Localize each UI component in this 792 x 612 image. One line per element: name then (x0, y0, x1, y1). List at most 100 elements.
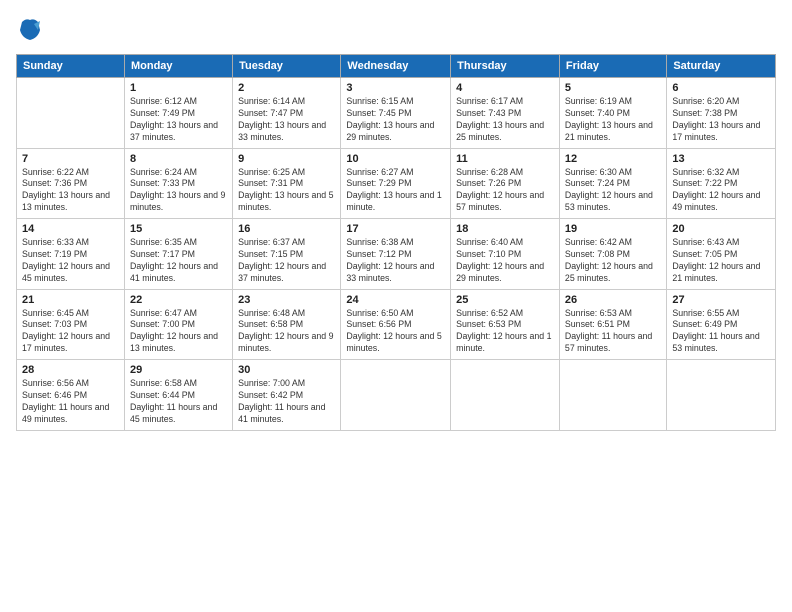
week-row-4: 21 Sunrise: 6:45 AMSunset: 7:03 PMDayligh… (17, 289, 776, 360)
calendar-cell: 4 Sunrise: 6:17 AMSunset: 7:43 PMDaylight… (451, 78, 560, 149)
logo-icon (16, 16, 44, 44)
calendar-cell: 19Sunrise: 6:42 AMSunset: 7:08 PMDayligh… (559, 219, 666, 290)
cell-info: Sunrise: 6:28 AMSunset: 7:26 PMDaylight:… (456, 167, 554, 215)
cell-info: Sunrise: 6:24 AMSunset: 7:33 PMDaylight:… (130, 167, 227, 215)
cell-info: Sunrise: 6:30 AMSunset: 7:24 PMDaylight:… (565, 167, 661, 215)
calendar-cell (341, 360, 451, 431)
weekday-header-row: SundayMondayTuesdayWednesdayThursdayFrid… (17, 55, 776, 78)
calendar-cell: 12 Sunrise: 6:30 AMSunset: 7:24 PMDayligh… (559, 148, 666, 219)
calendar-cell (17, 78, 125, 149)
day-number: 14 (22, 223, 119, 235)
cell-info: Sunrise: 6:52 AMSunset: 6:53 PMDaylight:… (456, 308, 554, 356)
calendar-cell: 15 Sunrise: 6:35 AMSunset: 7:17 PMDayligh… (124, 219, 232, 290)
cell-info: Sunrise: 6:14 AMSunset: 7:47 PMDaylight:… (238, 96, 335, 144)
weekday-header-friday: Friday (559, 55, 666, 78)
day-number: 2 (238, 82, 335, 94)
day-number: 24 (346, 294, 445, 306)
day-number: 20 (672, 223, 770, 235)
day-number: 28 (22, 364, 119, 376)
cell-info: Sunrise: 6:58 AMSunset: 6:44 PMDaylight:… (130, 378, 227, 426)
day-number: 6 (672, 82, 770, 94)
day-number: 3 (346, 82, 445, 94)
cell-info: Sunrise: 6:43 AMSunset: 7:05 PMDaylight:… (672, 237, 770, 285)
day-number: 15 (130, 223, 227, 235)
calendar-cell: 7Sunrise: 6:22 AMSunset: 7:36 PMDaylight… (17, 148, 125, 219)
cell-info: Sunrise: 6:19 AMSunset: 7:40 PMDaylight:… (565, 96, 661, 144)
cell-info: Sunrise: 6:53 AMSunset: 6:51 PMDaylight:… (565, 308, 661, 356)
logo (16, 16, 48, 44)
day-number: 10 (346, 153, 445, 165)
calendar-cell: 26 Sunrise: 6:53 AMSunset: 6:51 PMDayligh… (559, 289, 666, 360)
day-number: 11 (456, 153, 554, 165)
calendar-cell: 20 Sunrise: 6:43 AMSunset: 7:05 PMDayligh… (667, 219, 776, 290)
cell-info: Sunrise: 6:27 AMSunset: 7:29 PMDaylight:… (346, 167, 445, 215)
calendar-cell: 14 Sunrise: 6:33 AMSunset: 7:19 PMDayligh… (17, 219, 125, 290)
cell-info: Sunrise: 6:48 AMSunset: 6:58 PMDaylight:… (238, 308, 335, 356)
calendar-cell: 21 Sunrise: 6:45 AMSunset: 7:03 PMDayligh… (17, 289, 125, 360)
week-row-2: 7Sunrise: 6:22 AMSunset: 7:36 PMDaylight… (17, 148, 776, 219)
day-number: 9 (238, 153, 335, 165)
calendar-cell: 1Sunrise: 6:12 AMSunset: 7:49 PMDaylight… (124, 78, 232, 149)
weekday-header-tuesday: Tuesday (233, 55, 341, 78)
calendar-cell (667, 360, 776, 431)
day-number: 23 (238, 294, 335, 306)
day-number: 8 (130, 153, 227, 165)
cell-info: Sunrise: 6:37 AMSunset: 7:15 PMDaylight:… (238, 237, 335, 285)
day-number: 22 (130, 294, 227, 306)
cell-info: Sunrise: 6:38 AMSunset: 7:12 PMDaylight:… (346, 237, 445, 285)
week-row-1: 1Sunrise: 6:12 AMSunset: 7:49 PMDaylight… (17, 78, 776, 149)
cell-info: Sunrise: 6:56 AMSunset: 6:46 PMDaylight:… (22, 378, 119, 426)
calendar-cell: 10 Sunrise: 6:27 AMSunset: 7:29 PMDayligh… (341, 148, 451, 219)
calendar-cell: 6 Sunrise: 6:20 AMSunset: 7:38 PMDaylight… (667, 78, 776, 149)
day-number: 12 (565, 153, 661, 165)
day-number: 5 (565, 82, 661, 94)
calendar-cell: 11 Sunrise: 6:28 AMSunset: 7:26 PMDayligh… (451, 148, 560, 219)
day-number: 27 (672, 294, 770, 306)
calendar-cell (451, 360, 560, 431)
calendar-cell: 9 Sunrise: 6:25 AMSunset: 7:31 PMDaylight… (233, 148, 341, 219)
calendar-cell: 5 Sunrise: 6:19 AMSunset: 7:40 PMDaylight… (559, 78, 666, 149)
day-number: 21 (22, 294, 119, 306)
cell-info: Sunrise: 6:35 AMSunset: 7:17 PMDaylight:… (130, 237, 227, 285)
calendar-table: SundayMondayTuesdayWednesdayThursdayFrid… (16, 54, 776, 431)
cell-info: Sunrise: 6:15 AMSunset: 7:45 PMDaylight:… (346, 96, 445, 144)
calendar-cell: 18Sunrise: 6:40 AMSunset: 7:10 PMDayligh… (451, 219, 560, 290)
cell-info: Sunrise: 6:50 AMSunset: 6:56 PMDaylight:… (346, 308, 445, 356)
day-number: 13 (672, 153, 770, 165)
calendar-cell: 23 Sunrise: 6:48 AMSunset: 6:58 PMDayligh… (233, 289, 341, 360)
calendar-cell: 22Sunrise: 6:47 AMSunset: 7:00 PMDayligh… (124, 289, 232, 360)
cell-info: Sunrise: 6:32 AMSunset: 7:22 PMDaylight:… (672, 167, 770, 215)
cell-info: Sunrise: 6:55 AMSunset: 6:49 PMDaylight:… (672, 308, 770, 356)
day-number: 26 (565, 294, 661, 306)
weekday-header-monday: Monday (124, 55, 232, 78)
calendar-cell: 17 Sunrise: 6:38 AMSunset: 7:12 PMDayligh… (341, 219, 451, 290)
cell-info: Sunrise: 6:33 AMSunset: 7:19 PMDaylight:… (22, 237, 119, 285)
day-number: 19 (565, 223, 661, 235)
weekday-header-saturday: Saturday (667, 55, 776, 78)
calendar-cell: 16 Sunrise: 6:37 AMSunset: 7:15 PMDayligh… (233, 219, 341, 290)
calendar-page: SundayMondayTuesdayWednesdayThursdayFrid… (0, 0, 792, 612)
week-row-3: 14 Sunrise: 6:33 AMSunset: 7:19 PMDayligh… (17, 219, 776, 290)
calendar-cell: 25 Sunrise: 6:52 AMSunset: 6:53 PMDayligh… (451, 289, 560, 360)
calendar-cell: 8 Sunrise: 6:24 AMSunset: 7:33 PMDaylight… (124, 148, 232, 219)
day-number: 4 (456, 82, 554, 94)
day-number: 30 (238, 364, 335, 376)
cell-info: Sunrise: 6:25 AMSunset: 7:31 PMDaylight:… (238, 167, 335, 215)
calendar-cell: 2 Sunrise: 6:14 AMSunset: 7:47 PMDaylight… (233, 78, 341, 149)
cell-info: Sunrise: 6:45 AMSunset: 7:03 PMDaylight:… (22, 308, 119, 356)
calendar-cell: 13 Sunrise: 6:32 AMSunset: 7:22 PMDayligh… (667, 148, 776, 219)
cell-info: Sunrise: 6:12 AMSunset: 7:49 PMDaylight:… (130, 96, 227, 144)
weekday-header-sunday: Sunday (17, 55, 125, 78)
cell-info: Sunrise: 6:17 AMSunset: 7:43 PMDaylight:… (456, 96, 554, 144)
week-row-5: 28 Sunrise: 6:56 AMSunset: 6:46 PMDayligh… (17, 360, 776, 431)
day-number: 16 (238, 223, 335, 235)
weekday-header-wednesday: Wednesday (341, 55, 451, 78)
day-number: 25 (456, 294, 554, 306)
calendar-cell: 30Sunrise: 7:00 AMSunset: 6:42 PMDayligh… (233, 360, 341, 431)
cell-info: Sunrise: 6:20 AMSunset: 7:38 PMDaylight:… (672, 96, 770, 144)
cell-info: Sunrise: 6:22 AMSunset: 7:36 PMDaylight:… (22, 167, 119, 215)
calendar-cell: 29Sunrise: 6:58 AMSunset: 6:44 PMDayligh… (124, 360, 232, 431)
calendar-cell (559, 360, 666, 431)
header (16, 16, 776, 44)
day-number: 17 (346, 223, 445, 235)
